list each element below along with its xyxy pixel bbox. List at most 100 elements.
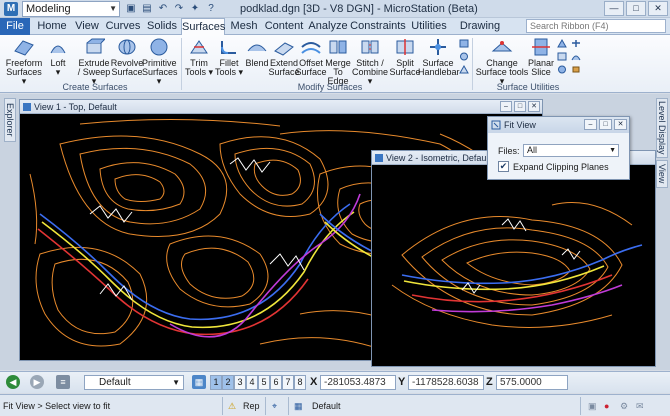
tab-utilities[interactable]: Utilities [408, 18, 450, 35]
pin-icon[interactable]: ✦ [188, 2, 202, 16]
change-surface-tools-button[interactable]: Change Surface tools ▾ [474, 37, 530, 86]
mini-tool-icon[interactable] [571, 65, 581, 74]
minimize-icon[interactable]: – [584, 119, 597, 130]
back-icon[interactable]: ◀ [6, 375, 20, 389]
mini-tool-icon[interactable] [557, 65, 567, 74]
explorer-tab[interactable]: Explorer [4, 98, 16, 142]
planar-slice-button[interactable]: Planar Slice [525, 37, 557, 77]
trim-label-2: Tools ▾ [184, 67, 214, 77]
messages-icon[interactable]: ✉ [636, 401, 644, 412]
loft-label-2: ▾ [55, 67, 61, 77]
tab-constraints[interactable]: Constraints [350, 18, 406, 35]
mini-tool-icon[interactable] [571, 52, 581, 61]
window-title: podklad.dgn [3D - V8 DGN] - MicroStation… [240, 3, 478, 15]
offset-icon [301, 42, 321, 54]
view-button-6[interactable]: 6 [270, 375, 282, 390]
tab-mesh[interactable]: Mesh [228, 18, 260, 35]
active-level-value: Default [99, 377, 131, 388]
change-surface-icon [491, 41, 513, 52]
view-button-1[interactable]: 1 [210, 375, 222, 390]
revolve-label-2: Surface [111, 67, 143, 77]
z-coordinate-field[interactable]: 575.0000 [496, 375, 568, 390]
minimize-icon[interactable]: – [500, 101, 512, 112]
view-2-tab[interactable]: View 2 [647, 160, 668, 188]
tab-surfaces[interactable]: Surfaces [181, 18, 225, 36]
save-icon[interactable]: ▣ [124, 2, 138, 16]
maximize-icon[interactable]: □ [599, 119, 612, 130]
surface-handlebar-button[interactable]: Surface Handlebar [418, 37, 460, 77]
fit-view-controls: – □ ✕ [584, 119, 627, 130]
view-2-title: View 2 - Isometric, Default [386, 153, 491, 163]
mini-tool-icon[interactable] [459, 65, 469, 74]
tab-file[interactable]: File [0, 18, 30, 35]
error-icon[interactable]: ● [604, 401, 609, 411]
view-groups-icon[interactable]: ▦ [192, 375, 206, 389]
minimize-icon[interactable]: — [604, 1, 624, 16]
element-attributes-icon[interactable]: ≡ [56, 375, 70, 389]
ribbon-search-input[interactable]: Search Ribbon (F4) [526, 19, 666, 33]
maximize-icon[interactable]: □ [514, 101, 526, 112]
tab-drawing-aids[interactable]: Drawing Aids [452, 18, 508, 49]
view-1-titlebar[interactable]: View 1 - Top, Default – □ ✕ [20, 100, 542, 114]
tab-solids[interactable]: Solids [144, 18, 180, 35]
mini-tool-icon[interactable] [557, 52, 567, 61]
close-icon[interactable]: ✕ [614, 119, 627, 130]
merge-to-edge-button[interactable]: Merge To Edge [322, 37, 354, 86]
model-icon[interactable]: ▣ [588, 401, 597, 412]
fit-view-titlebar[interactable]: Fit View – □ ✕ [488, 117, 629, 133]
tab-home[interactable]: Home [34, 18, 70, 35]
snap-icon[interactable]: ⌖ [272, 401, 277, 412]
files-select[interactable]: All ▼ [523, 144, 619, 157]
freeform-surfaces-button[interactable]: Freeform Surfaces ▾ [4, 37, 44, 86]
view-button-4[interactable]: 4 [246, 375, 258, 390]
view-button-7[interactable]: 7 [282, 375, 294, 390]
forward-icon[interactable]: ▶ [30, 375, 44, 389]
fit-view-dialog: Fit View – □ ✕ Files: All ▼ ✔ Expand Cli… [487, 116, 630, 180]
undo-icon[interactable]: ↶ [156, 2, 170, 16]
view-button-3[interactable]: 3 [234, 375, 246, 390]
tab-analyze[interactable]: Analyze [308, 18, 348, 35]
fit-view-icon [491, 120, 501, 130]
stitch-combine-button[interactable]: Stitch / Combine ▾ [352, 37, 388, 86]
mini-tool-icon[interactable] [459, 52, 469, 61]
level-display-tab[interactable]: Level Display [656, 98, 668, 158]
workflow-select[interactable]: Modeling ▼ [22, 1, 120, 17]
trim-tools-button[interactable]: Trim Tools ▾ [182, 37, 216, 77]
view-button-5[interactable]: 5 [258, 375, 270, 390]
settings-icon[interactable]: ⚙ [620, 401, 628, 412]
save-settings-icon[interactable]: ▤ [140, 2, 154, 16]
extrude-sweep-button[interactable]: Extrude / Sweep ▾ [76, 37, 112, 86]
help-icon[interactable]: ? [204, 2, 218, 16]
blend-label: Blend [245, 58, 269, 68]
status-level: Default [312, 401, 341, 411]
view-button-8[interactable]: 8 [294, 375, 306, 390]
loft-button[interactable]: Loft ▾ [40, 37, 76, 77]
mini-tool-icon[interactable] [557, 39, 567, 48]
files-value: All [527, 145, 538, 155]
view-2-canvas[interactable] [372, 165, 655, 366]
primitive-surfaces-button[interactable]: Primitive Surfaces ▾ [142, 37, 178, 86]
mini-tool-icon[interactable] [571, 39, 581, 48]
tab-content[interactable]: Content [262, 18, 306, 35]
x-coordinate-field[interactable]: -281053.4873 [320, 375, 396, 390]
mini-tool-icon[interactable] [459, 39, 469, 48]
close-icon[interactable]: ✕ [648, 1, 668, 16]
maximize-icon[interactable]: □ [626, 1, 646, 16]
chevron-down-icon: ▼ [609, 147, 616, 154]
split-surface-button[interactable]: Split Surface [388, 37, 422, 77]
microstation-logo-icon: M [4, 2, 18, 16]
y-coordinate-field[interactable]: -1178528.6038 [408, 375, 484, 390]
tab-view[interactable]: View [72, 18, 102, 35]
redo-icon[interactable]: ↷ [172, 2, 186, 16]
tab-curves[interactable]: Curves [104, 18, 142, 35]
z-coordinate-label: Z [486, 376, 493, 388]
active-level-select[interactable]: Default ▼ [84, 375, 184, 390]
expand-clipping-planes-checkbox[interactable]: ✔ [498, 161, 509, 172]
fillet-tools-button[interactable]: Fillet Tools ▾ [212, 37, 246, 77]
warning-icon[interactable]: ⚠ [228, 401, 236, 412]
revolve-surface-button[interactable]: Revolve Surface [110, 37, 144, 77]
title-bar: M Modeling ▼ ▣ ▤ ↶ ↷ ✦ ? podklad.dgn [3D… [0, 0, 670, 18]
view-button-2[interactable]: 2 [222, 375, 234, 390]
close-icon[interactable]: ✕ [528, 101, 540, 112]
lock-icon[interactable]: ▦ [294, 401, 303, 412]
